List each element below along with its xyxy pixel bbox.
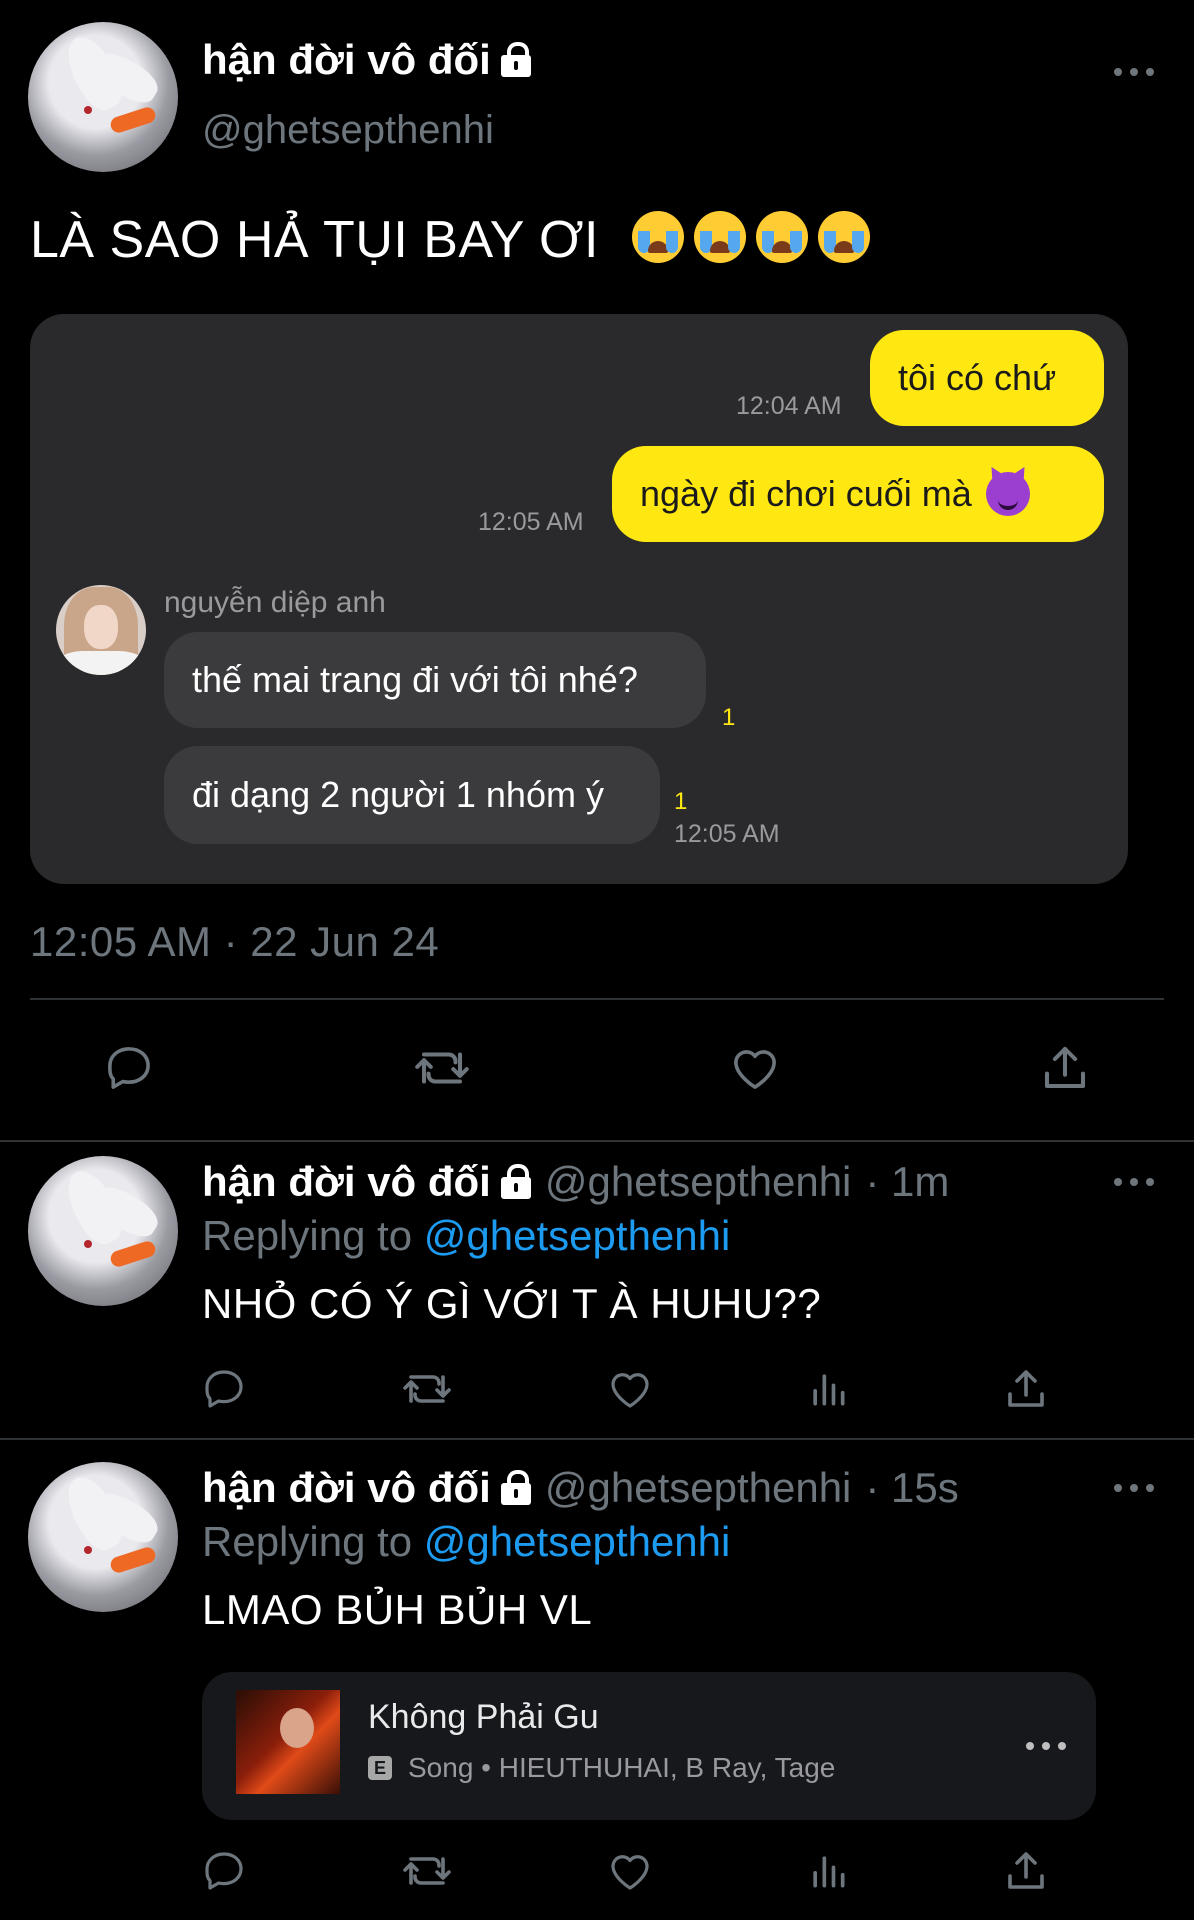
message-text: đi dạng 2 người 1 nhóm ý [192, 774, 604, 815]
replying-to-label: Replying to [202, 1518, 413, 1565]
handle[interactable]: @ghetsepthenhi [545, 1158, 852, 1206]
display-name[interactable]: hận đời vô đối [202, 36, 491, 84]
divider [0, 1438, 1194, 1440]
reply-icon[interactable] [200, 1847, 248, 1895]
album-cover [236, 1690, 340, 1794]
like-icon[interactable] [606, 1847, 654, 1895]
share-icon[interactable] [1038, 1041, 1092, 1095]
track-subtitle-text: Song • HIEUTHUHAI, B Ray, Tage [408, 1752, 836, 1783]
retweet-icon[interactable] [411, 1041, 473, 1095]
message-bubble-other: thế mai trang đi với tôi nhé? [164, 632, 706, 728]
unread-count: 1 [722, 704, 736, 731]
author-name-row: hận đời vô đối @ghetsepthenhi · 15s [202, 1464, 959, 1512]
avatar[interactable] [28, 22, 178, 172]
crying-emoji-icon [755, 211, 808, 263]
retweet-icon[interactable] [400, 1847, 454, 1895]
handle[interactable]: @ghetsepthenhi [545, 1464, 852, 1512]
message-bubble-me: tôi có chứ [870, 330, 1104, 426]
replying-to: Replying to @ghetsepthenhi [202, 1518, 730, 1566]
like-icon[interactable] [606, 1365, 654, 1413]
message-time: 12:05 AM [478, 508, 584, 536]
divider [30, 998, 1164, 1000]
reply-actions [200, 1846, 1050, 1896]
tweet-timestamp[interactable]: 12:05 AM · 22 Jun 24 [30, 918, 439, 966]
replying-to-handle[interactable]: @ghetsepthenhi [424, 1212, 731, 1259]
share-icon[interactable] [1002, 1365, 1050, 1413]
like-icon[interactable] [727, 1041, 783, 1095]
avatar[interactable] [28, 1462, 178, 1612]
author-name-row: hận đời vô đối @ghetsepthenhi · 1m [202, 1158, 949, 1206]
message-bubble-other: đi dạng 2 người 1 nhóm ý [164, 746, 660, 844]
handle[interactable]: @ghetsepthenhi [202, 108, 494, 153]
divider [0, 1140, 1194, 1142]
reply-icon[interactable] [102, 1041, 156, 1095]
more-icon[interactable] [1026, 1740, 1066, 1752]
reply-text: NHỎ CÓ Ý GÌ VỚI T À HUHU?? [202, 1280, 822, 1327]
reply-icon[interactable] [200, 1365, 248, 1413]
message-time: 12:04 AM [736, 392, 842, 420]
replying-to-label: Replying to [202, 1212, 413, 1259]
track-subtitle: E Song • HIEUTHUHAI, B Ray, Tage [368, 1752, 835, 1784]
tweet-text-content: LÀ SAO HẢ TỤI BAY ƠI [30, 211, 599, 269]
message-text: thế mai trang đi với tôi nhé? [192, 659, 638, 700]
display-name[interactable]: hận đời vô đối [202, 1464, 491, 1512]
author-name-row: hận đời vô đối [202, 36, 531, 84]
track-title: Không Phải Gu [368, 1698, 599, 1736]
crying-emoji-icon [817, 211, 870, 263]
display-name[interactable]: hận đời vô đối [202, 1158, 491, 1206]
crying-emoji-icon [693, 211, 746, 263]
chat-avatar [56, 585, 146, 675]
share-icon[interactable] [1002, 1847, 1050, 1895]
message-time: 12:05 AM [674, 820, 780, 848]
replying-to: Replying to @ghetsepthenhi [202, 1212, 730, 1260]
retweet-icon[interactable] [400, 1365, 454, 1413]
unread-count: 1 [674, 788, 688, 815]
tweet-age: · 1m [865, 1158, 950, 1205]
tweet-text: LÀ SAO HẢ TỤI BAY ƠI [30, 210, 870, 270]
more-icon[interactable] [1114, 1482, 1154, 1494]
devil-emoji-icon [985, 472, 1030, 516]
analytics-icon[interactable] [806, 1847, 850, 1895]
message-text: ngày đi chơi cuối mà [640, 473, 972, 514]
analytics-icon[interactable] [806, 1365, 850, 1413]
tweet-actions [102, 1040, 1092, 1096]
more-icon[interactable] [1114, 1176, 1154, 1188]
chat-sender-name: nguyễn diệp anh [164, 586, 386, 619]
replying-to-handle[interactable]: @ghetsepthenhi [424, 1518, 731, 1565]
message-text: tôi có chứ [898, 357, 1057, 398]
music-card[interactable]: Không Phải Gu E Song • HIEUTHUHAI, B Ray… [202, 1672, 1096, 1820]
tweet-age: · 15s [865, 1464, 959, 1511]
lock-icon [500, 1164, 531, 1200]
message-bubble-me: ngày đi chơi cuối mà [612, 446, 1104, 542]
avatar[interactable] [28, 1156, 178, 1306]
reply-actions [200, 1364, 1050, 1414]
lock-icon [500, 42, 531, 78]
explicit-badge: E [368, 1756, 392, 1780]
lock-icon [500, 1470, 531, 1506]
reply-text: LMAO BỦH BỦH VL [202, 1586, 593, 1633]
main-tweet: hận đời vô đối @ghetsepthenhi LÀ SAO HẢ … [0, 0, 1194, 1140]
crying-emoji-icon [631, 211, 684, 263]
more-icon[interactable] [1114, 66, 1154, 78]
